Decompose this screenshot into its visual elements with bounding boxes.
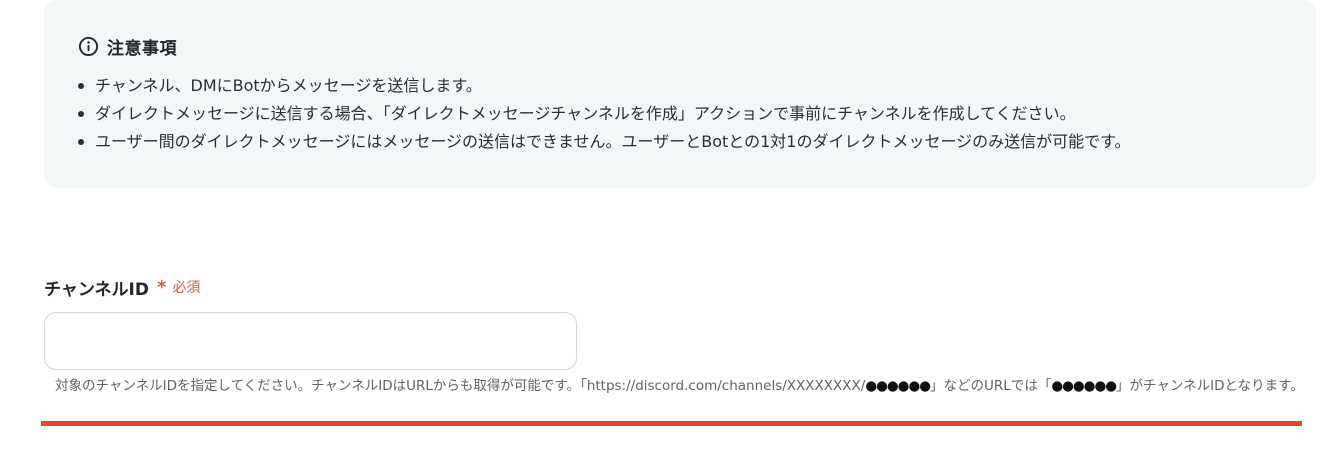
notice-item: ユーザー間のダイレクトメッセージにはメッセージの送信はできません。ユーザーとBo… — [76, 128, 1131, 156]
notice-header: 注意事項 — [78, 34, 177, 59]
notice-box: 注意事項 チャンネル、DMにBotからメッセージを送信します。 ダイレクトメッセ… — [44, 0, 1316, 188]
help-text-part: 対象のチャンネルIDを指定してください。チャンネルIDはURLからも取得が可能で… — [55, 378, 866, 394]
help-text-part: 」がチャンネルIDとなります。 — [1116, 378, 1304, 394]
channel-id-input[interactable] — [44, 312, 577, 370]
notice-item: チャンネル、DMにBotからメッセージを送信します。 — [76, 72, 1131, 100]
notice-list: チャンネル、DMにBotからメッセージを送信します。 ダイレクトメッセージに送信… — [76, 72, 1131, 156]
bullet-dot — [78, 83, 84, 89]
bullet-dot — [78, 139, 84, 145]
masked-id-dots: ●●●●●● — [865, 378, 931, 394]
required-label: 必須 — [172, 280, 201, 296]
notice-item-text: ユーザー間のダイレクトメッセージにはメッセージの送信はできません。ユーザーとBo… — [95, 132, 1131, 151]
notice-item-text: ダイレクトメッセージに送信する場合、「ダイレクトメッセージチャンネルを作成」アク… — [95, 104, 1076, 123]
bullet-dot — [78, 111, 84, 117]
info-circle-icon — [78, 36, 99, 56]
masked-id-dots: ●●●●●● — [1051, 378, 1117, 394]
required-asterisk: * — [156, 276, 167, 298]
help-text-part: 」などのURLでは「 — [930, 378, 1052, 394]
channel-id-label: チャンネルID — [44, 279, 149, 300]
notice-item-text: チャンネル、DMにBotからメッセージを送信します。 — [95, 76, 482, 95]
channel-id-help-text: 対象のチャンネルIDを指定してください。チャンネルIDはURLからも取得が可能で… — [55, 376, 1305, 397]
error-underline — [41, 421, 1302, 426]
notice-title: 注意事項 — [107, 38, 177, 59]
channel-id-label-row: チャンネルID * 必須 — [44, 275, 201, 300]
notice-item: ダイレクトメッセージに送信する場合、「ダイレクトメッセージチャンネルを作成」アク… — [76, 100, 1131, 128]
